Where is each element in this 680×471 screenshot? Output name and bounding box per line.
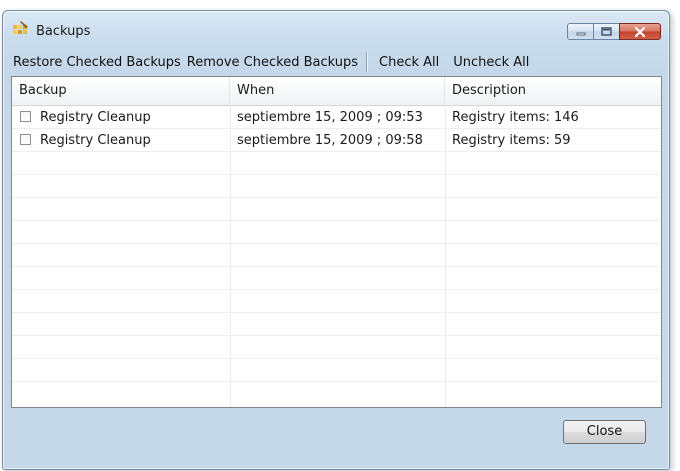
maximize-button[interactable] bbox=[593, 23, 619, 40]
minimize-icon bbox=[576, 32, 585, 35]
app-icon bbox=[13, 21, 28, 34]
row-gridline bbox=[12, 358, 661, 359]
row-gridline bbox=[12, 266, 661, 267]
backup-when: septiembre 15, 2009 ; 09:58 bbox=[237, 133, 423, 148]
row-gridline bbox=[12, 197, 661, 198]
table-row[interactable]: Registry Cleanup septiembre 15, 2009 ; 0… bbox=[12, 106, 661, 129]
check-all-menu[interactable]: Check All bbox=[376, 55, 442, 70]
close-window-button[interactable] bbox=[619, 23, 661, 40]
backups-table[interactable]: Backup When Description Registry Cleanup… bbox=[11, 76, 662, 408]
backups-window: Backups Restore Checked Backups Remove C… bbox=[2, 10, 670, 470]
backup-name: Registry Cleanup bbox=[40, 133, 151, 148]
table-row[interactable]: Registry Cleanup septiembre 15, 2009 ; 0… bbox=[12, 129, 661, 152]
close-icon bbox=[634, 26, 646, 37]
row-gridline bbox=[12, 220, 661, 221]
backup-description: Registry items: 146 bbox=[452, 110, 579, 125]
uncheck-all-menu[interactable]: Uncheck All bbox=[450, 55, 532, 70]
row-gridline bbox=[12, 174, 661, 175]
menu-separator bbox=[366, 52, 369, 72]
row-gridline bbox=[12, 289, 661, 290]
backup-when: septiembre 15, 2009 ; 09:53 bbox=[237, 110, 423, 125]
restore-checked-backups-menu[interactable]: Restore Checked Backups bbox=[10, 55, 184, 70]
backup-description: Registry items: 59 bbox=[452, 133, 571, 148]
toolbar-menu: Restore Checked Backups Remove Checked B… bbox=[10, 51, 662, 73]
maximize-icon bbox=[601, 27, 612, 36]
column-header-when[interactable]: When bbox=[230, 77, 445, 105]
window-title: Backups bbox=[36, 24, 91, 39]
row-gridline bbox=[12, 312, 661, 313]
minimize-button[interactable] bbox=[567, 23, 593, 40]
backup-name: Registry Cleanup bbox=[40, 110, 151, 125]
close-button[interactable]: Close bbox=[563, 420, 646, 444]
column-header-backup[interactable]: Backup bbox=[12, 77, 230, 105]
remove-checked-backups-menu[interactable]: Remove Checked Backups bbox=[184, 55, 361, 70]
caption-buttons bbox=[567, 23, 661, 42]
row-gridline bbox=[12, 243, 661, 244]
row-gridline bbox=[12, 381, 661, 382]
backup-checkbox[interactable] bbox=[20, 111, 31, 122]
backup-checkbox[interactable] bbox=[20, 134, 31, 145]
row-gridline bbox=[12, 335, 661, 336]
table-header: Backup When Description bbox=[12, 77, 661, 106]
column-header-description[interactable]: Description bbox=[445, 77, 661, 105]
title-bar[interactable]: Backups bbox=[3, 11, 669, 41]
